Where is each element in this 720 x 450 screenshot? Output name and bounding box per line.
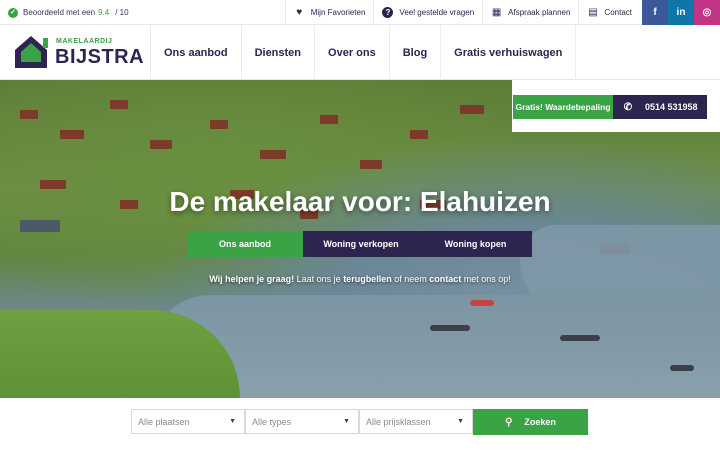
faq-link[interactable]: ? Veel gestelde vragen [373, 0, 482, 25]
contact-inline-link[interactable]: contact [429, 274, 461, 284]
hero-banner: Gratis! Waardebepaling ✆ 0514 531958 De … [0, 80, 720, 398]
prices-select[interactable]: Alle prijsklassen ▼ [359, 409, 473, 434]
types-select[interactable]: Alle types ▼ [245, 409, 359, 434]
search-button[interactable]: ⚲ Zoeken [473, 409, 588, 435]
rating-score: 9.4 [98, 8, 110, 17]
places-select[interactable]: Alle plaatsen ▼ [131, 409, 245, 434]
appointment-link[interactable]: ▦ Afspraak plannen [482, 0, 578, 25]
rating-prefix: Beoordeeld met een [23, 8, 96, 17]
calendar-icon: ▦ [491, 7, 502, 18]
contact-link[interactable]: ▤ Contact [578, 0, 640, 25]
tab-ons-aanbod[interactable]: Ons aanbod [187, 231, 303, 257]
search-bar: Alle plaatsen ▼ Alle types ▼ Alle prijsk… [0, 398, 720, 450]
chat-icon: ▤ [588, 7, 598, 18]
nav-verhuiswagen[interactable]: Gratis verhuiswagen [440, 25, 577, 80]
hero-subtitle: Wij helpen je graag! Laat ons je terugbe… [0, 274, 720, 284]
heart-icon: ♥ [296, 7, 303, 18]
places-value: Alle plaatsen [138, 416, 190, 427]
tab-woning-verkopen[interactable]: Woning verkopen [303, 231, 419, 257]
nav-aanbod[interactable]: Ons aanbod [150, 25, 241, 80]
logo-title: BIJSTRA [55, 46, 145, 68]
callback-link[interactable]: terugbellen [343, 274, 392, 284]
hero-title: De makelaar voor: Elahuizen [169, 186, 551, 217]
main-nav: Ons aanbod Diensten Over ons Blog Gratis… [150, 25, 577, 80]
nav-blog[interactable]: Blog [388, 25, 440, 80]
nav-over-ons[interactable]: Over ons [314, 25, 389, 80]
sub-help: Wij helpen je graag! [209, 274, 295, 284]
phone-button[interactable]: ✆ 0514 531958 [613, 95, 707, 119]
chevron-down-icon: ▼ [457, 418, 464, 425]
tab-woning-kopen[interactable]: Woning kopen [419, 231, 532, 257]
faq-label: Veel gestelde vragen [399, 8, 475, 17]
search-button-label: Zoeken [524, 417, 556, 427]
phone-icon: ✆ [623, 101, 633, 113]
contact-label: Contact [604, 8, 632, 17]
logo-subtitle: MAKELAARDIJ [56, 38, 113, 45]
instagram-icon[interactable]: ◎ [694, 0, 720, 25]
sub-text-3: met ons op! [461, 274, 511, 284]
search-icon: ⚲ [505, 416, 513, 428]
prices-value: Alle prijsklassen [366, 416, 431, 427]
favorites-link[interactable]: ♥ Mijn Favorieten [284, 0, 374, 25]
question-icon: ? [382, 7, 394, 18]
sub-text-1: Laat ons je [294, 274, 344, 284]
rating-scale: / 10 [115, 8, 129, 17]
linkedin-icon[interactable]: in [668, 0, 694, 25]
types-value: Alle types [252, 416, 292, 427]
phone-number: 0514 531958 [645, 102, 698, 112]
facebook-icon[interactable]: f [642, 0, 668, 25]
nav-diensten[interactable]: Diensten [240, 25, 314, 80]
rating: ✓ Beoordeeld met een 9.4 / 10 [8, 0, 129, 25]
logo[interactable]: MAKELAARDIJ BIJSTRA [13, 32, 144, 74]
favorites-label: Mijn Favorieten [310, 8, 366, 17]
sub-text-2: of neem [391, 274, 430, 284]
house-logo-icon [15, 36, 48, 68]
top-bar: ✓ Beoordeeld met een 9.4 / 10 ♥ Mijn Fav… [0, 0, 720, 25]
main-header: MAKELAARDIJ BIJSTRA Ons aanbod Diensten … [0, 25, 720, 80]
chevron-down-icon: ▼ [229, 418, 236, 425]
chevron-down-icon: ▼ [343, 418, 350, 425]
check-icon: ✓ [8, 7, 18, 18]
appointment-label: Afspraak plannen [508, 8, 571, 17]
waardebepaling-button[interactable]: Gratis! Waardebepaling [513, 95, 613, 119]
hero-tabs: Ons aanbod Woning verkopen Woning kopen [187, 231, 532, 257]
